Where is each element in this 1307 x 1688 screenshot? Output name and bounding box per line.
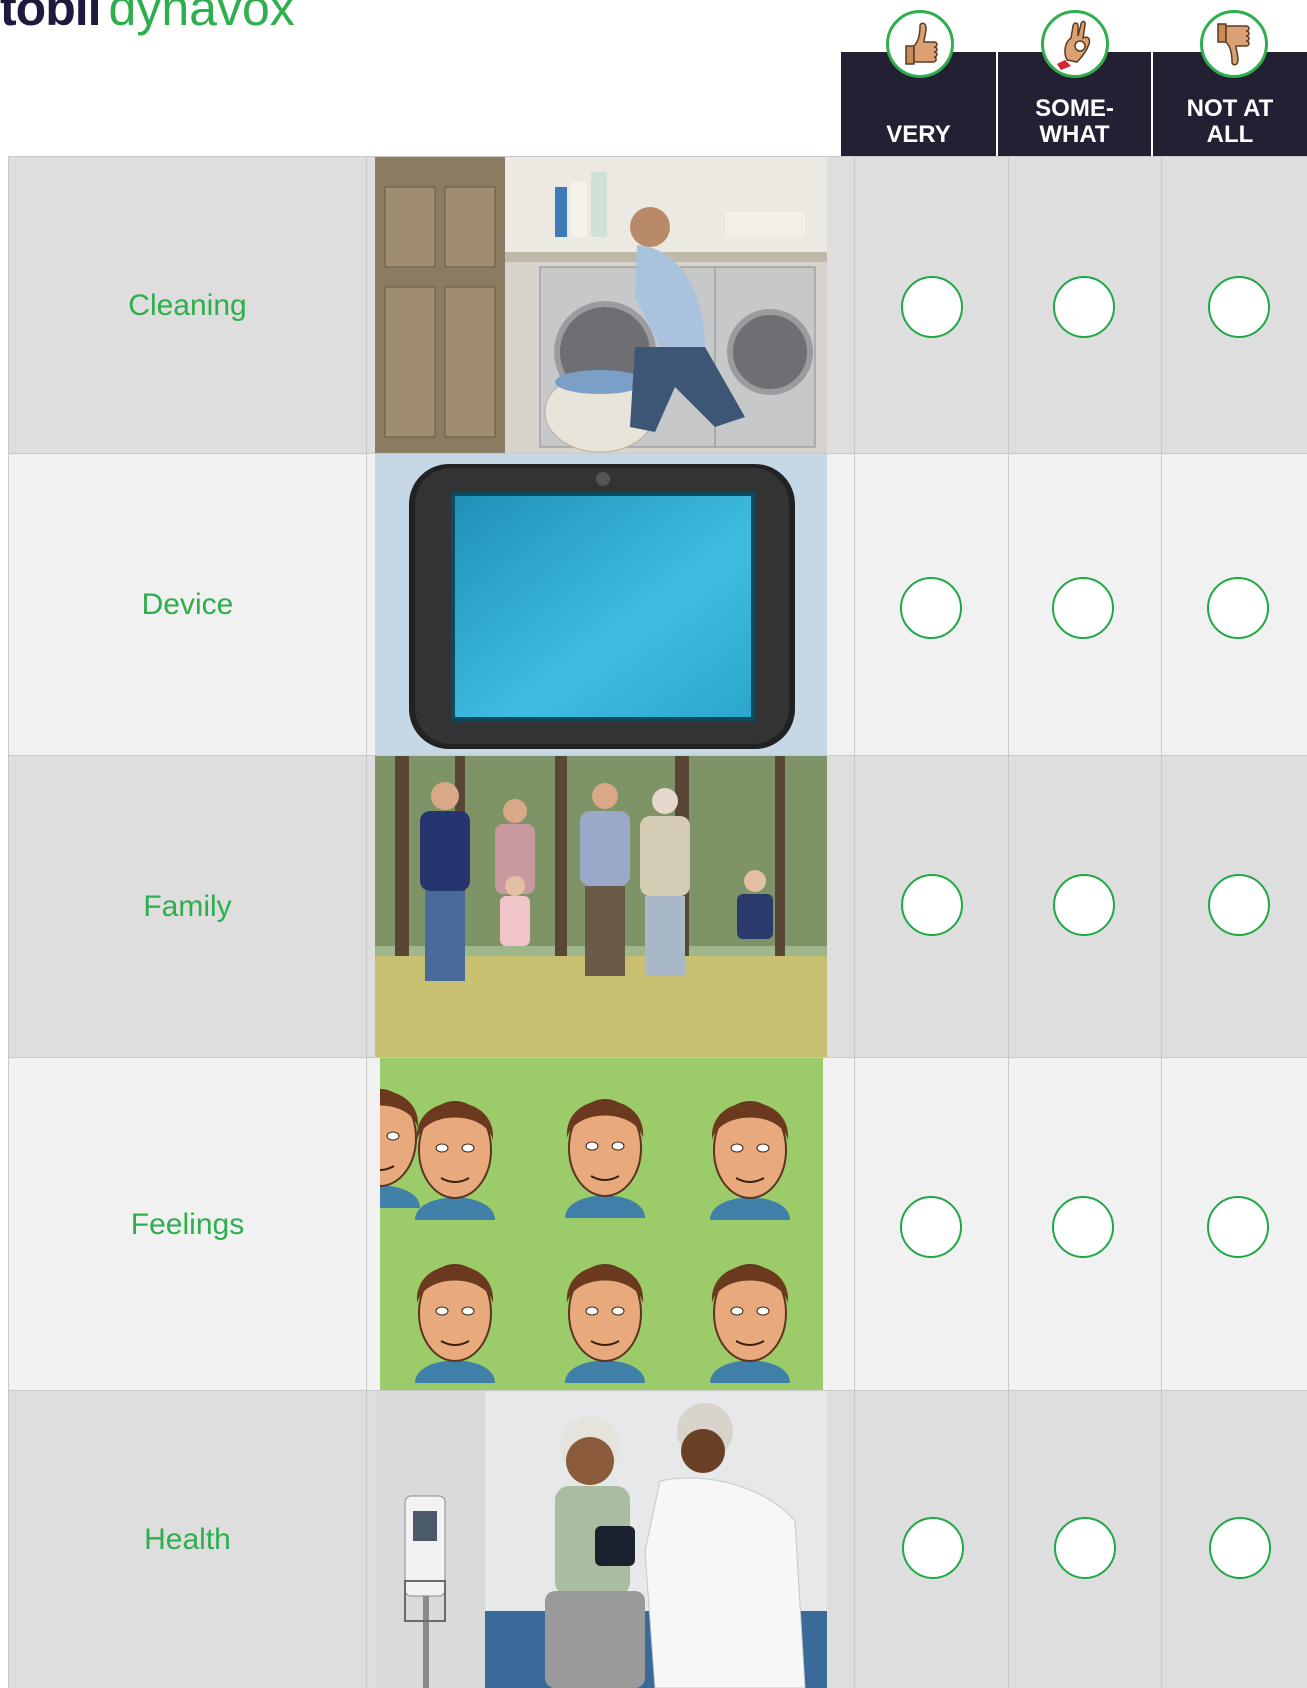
somewhat-cell <box>1009 454 1162 756</box>
tobii-dynavox-logo: tobii dynavox <box>0 0 295 36</box>
doctor-visit-photo <box>375 1391 827 1688</box>
radio-very[interactable] <box>900 1196 962 1258</box>
not-at-all-cell <box>1162 1058 1307 1391</box>
laundry-photo <box>375 157 827 454</box>
table-row: Cleaning <box>8 156 1307 454</box>
row-label: Health <box>144 1522 231 1556</box>
row-image-cell <box>367 157 855 454</box>
row-label-cell: Health <box>8 1391 367 1688</box>
row-label-cell: Cleaning <box>8 157 367 454</box>
row-label: Cleaning <box>128 288 247 322</box>
somewhat-cell <box>1009 1391 1162 1688</box>
radio-not-at-all[interactable] <box>1207 1196 1269 1258</box>
family-walk-photo <box>375 756 827 1058</box>
radio-somewhat[interactable] <box>1053 276 1115 338</box>
column-header-not-at-all-line2: ALL <box>1206 121 1254 148</box>
radio-not-at-all[interactable] <box>1209 1517 1271 1579</box>
header-divider <box>996 52 998 158</box>
radio-very[interactable] <box>901 874 963 936</box>
radio-somewhat[interactable] <box>1052 1196 1114 1258</box>
somewhat-cell <box>1009 157 1162 454</box>
column-header-somewhat-line1: SOME- <box>1035 95 1114 122</box>
very-cell <box>855 1391 1009 1688</box>
very-cell <box>855 1058 1009 1391</box>
column-header-somewhat-line2: WHAT <box>1039 121 1110 148</box>
facial-expressions-illustration <box>380 1058 823 1391</box>
table-row: Device <box>8 453 1307 756</box>
not-at-all-cell <box>1162 454 1307 756</box>
radio-very[interactable] <box>901 276 963 338</box>
column-header-very-label: VERY <box>886 121 951 148</box>
radio-somewhat[interactable] <box>1054 1517 1116 1579</box>
row-label: Feelings <box>130 1207 245 1241</box>
not-at-all-cell <box>1162 1391 1307 1688</box>
row-image-cell <box>367 454 855 756</box>
radio-not-at-all[interactable] <box>1207 577 1269 639</box>
table-row: Health <box>8 1390 1307 1688</box>
table-row: Family <box>8 755 1307 1058</box>
table-row: Feelings <box>8 1057 1307 1391</box>
row-image-cell <box>367 1058 855 1391</box>
row-image-cell <box>367 756 855 1058</box>
column-header-not-at-all-line1: NOT AT <box>1186 95 1274 122</box>
thumbs-down-icon <box>1200 10 1268 78</box>
radio-not-at-all[interactable] <box>1208 874 1270 936</box>
somewhat-cell <box>1009 756 1162 1058</box>
row-image-cell <box>367 1391 855 1688</box>
not-at-all-cell <box>1162 756 1307 1058</box>
row-label: Device <box>141 588 234 621</box>
very-cell <box>855 756 1009 1058</box>
not-at-all-cell <box>1162 157 1307 454</box>
radio-somewhat[interactable] <box>1052 577 1114 639</box>
somewhat-cell <box>1009 1058 1162 1391</box>
radio-very[interactable] <box>900 577 962 639</box>
row-label: Family <box>143 890 232 923</box>
row-label-cell: Device <box>8 454 367 756</box>
radio-somewhat[interactable] <box>1053 874 1115 936</box>
tablet-device-photo <box>375 454 827 756</box>
very-cell <box>855 157 1009 454</box>
very-cell <box>855 454 1009 756</box>
row-label-cell: Family <box>8 756 367 1058</box>
radio-not-at-all[interactable] <box>1208 276 1270 338</box>
row-label-cell: Feelings <box>8 1058 367 1391</box>
radio-very[interactable] <box>902 1517 964 1579</box>
header-divider <box>1151 52 1153 158</box>
ok-hand-icon <box>1041 10 1109 78</box>
thumbs-up-icon <box>886 10 954 78</box>
